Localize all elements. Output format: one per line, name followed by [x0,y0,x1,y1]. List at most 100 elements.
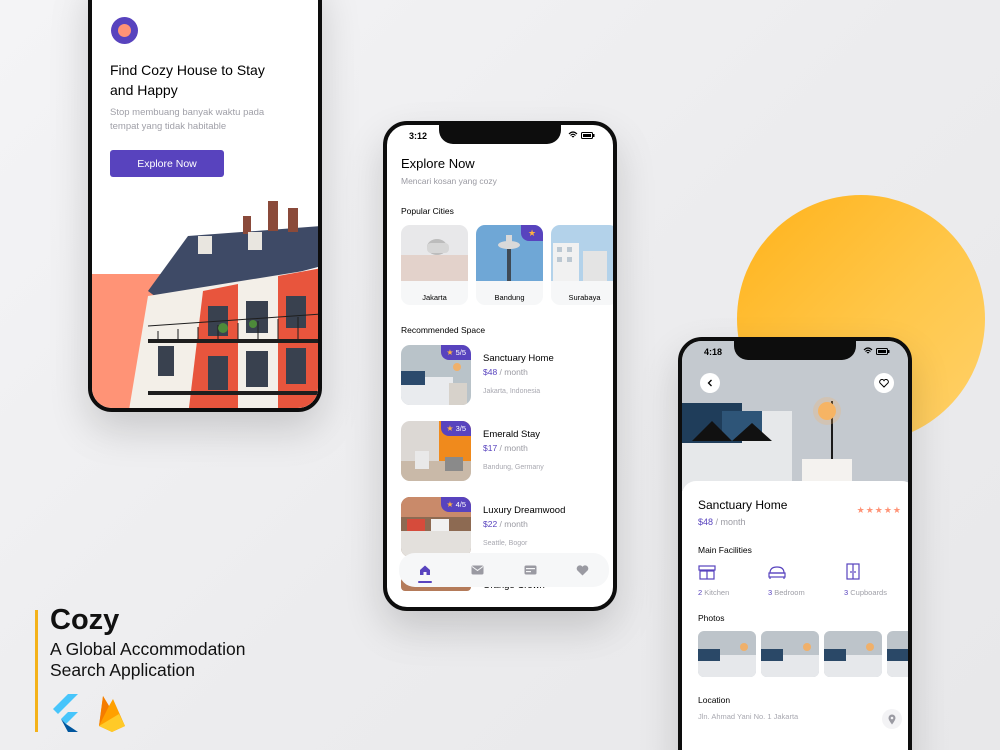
rating-badge: ★ 3/5 [441,421,471,436]
space-price: $22 / month [483,519,528,529]
price-period: / month [497,443,528,453]
active-indicator [418,581,433,583]
space-name: Sanctuary Home [483,353,554,364]
favorite-button[interactable] [874,373,894,393]
facility-label: 3 Bedroom [768,588,805,597]
facility-label: 3 Cupboards [844,588,887,597]
bottom-navigation [399,553,609,587]
gallery-photo[interactable] [887,631,908,677]
city-name: Surabaya [568,293,601,302]
city-list: Jakarta ★ Bandung Surabaya [401,225,613,305]
price-value: $22 [483,519,498,529]
phone-notch [734,341,856,360]
space-name: Emerald Stay [483,429,541,440]
price-value: $48 [483,367,498,377]
city-photo [551,225,613,281]
star-icon: ★ [446,424,454,433]
photo-gallery [698,631,908,677]
facility-item: 3 Bedroom [768,563,805,597]
photos-heading: Photos [698,613,725,623]
gallery-photo[interactable] [761,631,819,677]
status-time: 3:12 [409,131,428,141]
rating-value: 3/5 [455,424,466,433]
space-location: Jakarta, Indonesia [483,388,541,395]
city-card[interactable]: ★ Bandung [476,225,543,305]
list-item[interactable]: ★ 5/5 Sanctuary Home $48 / month Jakarta,… [401,345,601,407]
price-value: $48 [698,517,714,527]
gallery-photo[interactable] [698,631,756,677]
list-item[interactable]: ★ 3/5 Emerald Stay $17 / month Bandung, G… [401,421,601,483]
status-time: 4:18 [704,347,723,357]
onboarding-subtitle: Stop membuang banyak waktu pada tempat y… [110,107,265,132]
battery-icon [581,132,595,139]
space-price: $17 / month [483,443,528,453]
facilities-heading: Main Facilities [698,545,752,555]
back-button[interactable] [700,373,720,393]
city-photo [401,225,468,281]
heart-icon[interactable] [575,562,591,578]
space-price: $48 / month [483,367,528,377]
facility-name: Bedroom [772,588,805,597]
wifi-icon [863,347,873,354]
facility-item: 2 Kitchen [698,563,729,597]
star-icon: ★ [446,348,454,357]
mail-icon[interactable] [470,562,486,578]
space-photo: ★ 5/5 [401,345,471,405]
space-price: $48 / month [698,517,746,527]
city-card[interactable]: Jakarta [401,225,468,305]
building-illustration [129,201,318,408]
popular-cities-heading: Popular Cities [401,206,454,216]
kitchen-icon [698,565,716,580]
page-subtitle: Mencari kosan yang cozy [401,176,497,186]
chevron-left-icon [707,379,712,387]
rating-value: 5/5 [455,348,466,357]
space-photo: ★ 4/5 [401,497,471,557]
status-icons [568,131,595,141]
rating-badge: ★ 4/5 [441,497,471,512]
space-location: Bandung, Germany [483,464,544,471]
battery-icon [876,348,890,355]
star-icon: ★ [446,500,454,509]
rating-badge: ★ 5/5 [441,345,471,360]
brand-tagline: A Global Accommodation Search Applicatio… [50,639,246,680]
firebase-logo-icon [99,696,125,732]
page-title: Explore Now [401,156,475,171]
address-text: Jln. Ahmad Yani No. 1 Jakarta [698,712,799,721]
facility-item: 3 Cupboards [844,563,887,597]
city-name: Jakarta [422,293,447,302]
explore-now-button[interactable]: Explore Now [110,150,224,177]
app-logo-icon [111,17,138,44]
card-icon[interactable] [522,562,538,578]
space-name: Luxury Dreamwood [483,505,566,516]
space-photo: ★ 3/5 [401,421,471,481]
brand-accent-bar [35,610,38,732]
detail-sheet: Sanctuary Home $48 / month ★★★★★ Main Fa… [682,481,908,750]
location-heading: Location [698,695,731,705]
phone-notch [439,125,561,144]
onboarding-phone: Find Cozy House to Stay and Happy Stop m… [88,0,322,412]
map-button[interactable] [882,709,902,729]
status-icons [863,347,890,357]
space-name: Sanctuary Home [698,498,788,512]
home-icon[interactable] [417,562,433,583]
onboarding-title: Find Cozy House to Stay and Happy [110,62,265,98]
detail-phone: 4:18 Sanctuary Home $48 / month ★★★★★ Ma… [678,337,912,750]
flutter-logo-icon [53,694,78,732]
price-period: / month [497,367,528,377]
favorite-star-icon[interactable]: ★ [521,225,543,241]
list-item[interactable]: ★ 4/5 Luxury Dreamwood $22 / month Seattl… [401,497,601,559]
hero-photo [682,341,908,491]
bed-icon [768,566,786,579]
heart-outline-icon [879,378,889,388]
price-value: $17 [483,443,498,453]
city-card[interactable]: Surabaya [551,225,613,305]
space-location: Seattle, Bogor [483,540,528,547]
wifi-icon [568,131,578,138]
facility-label: 2 Kitchen [698,588,729,597]
city-name: Bandung [494,293,525,302]
gallery-photo[interactable] [824,631,882,677]
brand-name: Cozy [50,604,120,636]
rating-value: 4/5 [455,500,466,509]
rating-stars: ★★★★★ [857,505,902,516]
facility-name: Cupboards [848,588,887,597]
